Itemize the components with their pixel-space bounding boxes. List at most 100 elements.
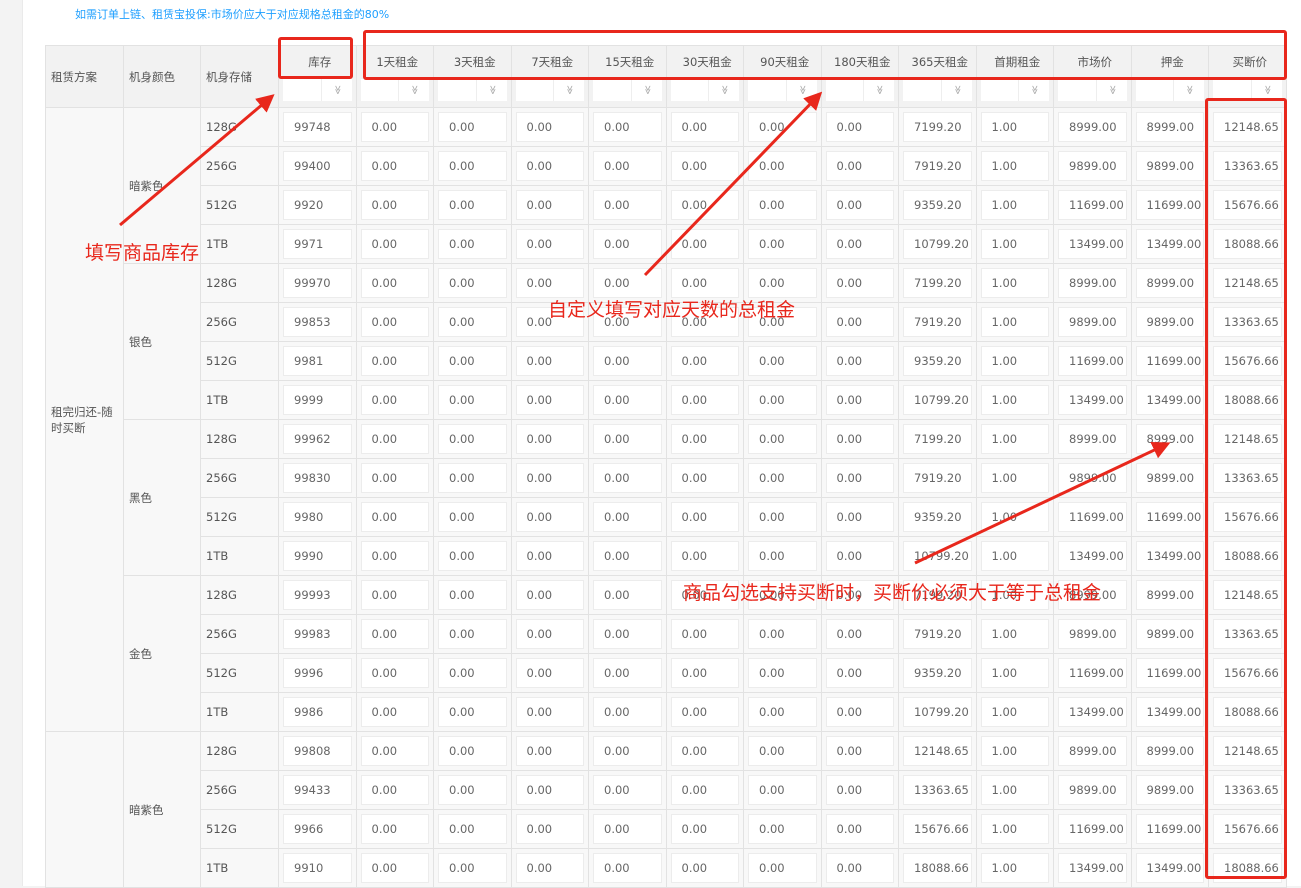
price-input[interactable] bbox=[670, 112, 739, 142]
price-input[interactable] bbox=[438, 424, 507, 454]
stock-input[interactable] bbox=[283, 190, 352, 220]
price-input[interactable] bbox=[748, 541, 817, 571]
price-input[interactable] bbox=[360, 814, 429, 844]
price-input[interactable] bbox=[438, 307, 507, 337]
price-input[interactable] bbox=[980, 853, 1049, 883]
price-input[interactable] bbox=[748, 229, 817, 259]
price-input[interactable] bbox=[1058, 658, 1127, 688]
price-input[interactable] bbox=[1058, 346, 1127, 376]
price-input[interactable] bbox=[825, 268, 894, 298]
price-input[interactable] bbox=[670, 619, 739, 649]
price-input[interactable] bbox=[1135, 190, 1204, 220]
price-input[interactable] bbox=[1135, 619, 1204, 649]
price-input[interactable] bbox=[1135, 151, 1204, 181]
price-input[interactable] bbox=[1058, 775, 1127, 805]
price-input[interactable] bbox=[1135, 424, 1204, 454]
price-input[interactable] bbox=[903, 112, 972, 142]
price-input[interactable] bbox=[670, 853, 739, 883]
batch-fill-input[interactable]: ≫ bbox=[825, 79, 894, 101]
price-input[interactable] bbox=[360, 619, 429, 649]
batch-fill-input[interactable]: ≫ bbox=[283, 79, 352, 101]
price-input[interactable] bbox=[1135, 658, 1204, 688]
price-input[interactable] bbox=[1058, 229, 1127, 259]
price-input[interactable] bbox=[360, 190, 429, 220]
price-input[interactable] bbox=[360, 346, 429, 376]
double-chevron-down-icon[interactable]: ≫ bbox=[326, 75, 348, 105]
price-input[interactable] bbox=[515, 151, 584, 181]
batch-fill-input[interactable]: ≫ bbox=[1058, 79, 1127, 101]
price-input[interactable] bbox=[515, 658, 584, 688]
price-input[interactable] bbox=[593, 463, 662, 493]
price-input[interactable] bbox=[438, 151, 507, 181]
price-input[interactable] bbox=[903, 190, 972, 220]
price-input[interactable] bbox=[593, 346, 662, 376]
price-input[interactable] bbox=[1058, 385, 1127, 415]
price-input[interactable] bbox=[748, 736, 817, 766]
price-input[interactable] bbox=[980, 190, 1049, 220]
price-input[interactable] bbox=[903, 541, 972, 571]
batch-fill-input[interactable]: ≫ bbox=[360, 79, 429, 101]
price-input[interactable] bbox=[903, 853, 972, 883]
price-input[interactable] bbox=[825, 463, 894, 493]
price-input[interactable] bbox=[593, 658, 662, 688]
stock-input[interactable] bbox=[283, 541, 352, 571]
price-input[interactable] bbox=[825, 190, 894, 220]
stock-input[interactable] bbox=[283, 112, 352, 142]
batch-fill-input[interactable]: ≫ bbox=[903, 79, 972, 101]
stock-input[interactable] bbox=[283, 736, 352, 766]
price-input[interactable] bbox=[1135, 463, 1204, 493]
price-input[interactable] bbox=[903, 229, 972, 259]
price-input[interactable] bbox=[1135, 346, 1204, 376]
price-input[interactable] bbox=[980, 112, 1049, 142]
price-input[interactable] bbox=[515, 736, 584, 766]
price-input[interactable] bbox=[1058, 307, 1127, 337]
price-input[interactable] bbox=[360, 580, 429, 610]
price-input[interactable] bbox=[438, 541, 507, 571]
price-input[interactable] bbox=[593, 151, 662, 181]
batch-fill-input[interactable]: ≫ bbox=[515, 79, 584, 101]
price-input[interactable] bbox=[980, 697, 1049, 727]
price-input[interactable] bbox=[670, 151, 739, 181]
price-input[interactable] bbox=[980, 268, 1049, 298]
stock-input[interactable] bbox=[283, 151, 352, 181]
price-input[interactable] bbox=[748, 814, 817, 844]
price-input[interactable] bbox=[903, 424, 972, 454]
price-input[interactable] bbox=[748, 463, 817, 493]
price-input[interactable] bbox=[825, 658, 894, 688]
stock-input[interactable] bbox=[283, 502, 352, 532]
price-input[interactable] bbox=[438, 229, 507, 259]
batch-fill-input[interactable]: ≫ bbox=[1135, 79, 1204, 101]
price-input[interactable] bbox=[825, 424, 894, 454]
price-input[interactable] bbox=[515, 463, 584, 493]
batch-fill-input[interactable]: ≫ bbox=[593, 79, 662, 101]
price-input[interactable] bbox=[438, 268, 507, 298]
price-input[interactable] bbox=[980, 229, 1049, 259]
price-input[interactable] bbox=[438, 112, 507, 142]
price-input[interactable] bbox=[515, 853, 584, 883]
price-input[interactable] bbox=[748, 385, 817, 415]
price-input[interactable] bbox=[593, 619, 662, 649]
stock-input[interactable] bbox=[283, 775, 352, 805]
price-input[interactable] bbox=[1058, 112, 1127, 142]
price-input[interactable] bbox=[1135, 580, 1204, 610]
price-input[interactable] bbox=[748, 853, 817, 883]
price-input[interactable] bbox=[515, 814, 584, 844]
price-input[interactable] bbox=[825, 151, 894, 181]
price-input[interactable] bbox=[980, 814, 1049, 844]
price-input[interactable] bbox=[825, 307, 894, 337]
price-input[interactable] bbox=[438, 814, 507, 844]
price-input[interactable] bbox=[1135, 853, 1204, 883]
price-input[interactable] bbox=[670, 346, 739, 376]
batch-fill-input[interactable]: ≫ bbox=[438, 79, 507, 101]
price-input[interactable] bbox=[438, 502, 507, 532]
price-input[interactable] bbox=[1058, 463, 1127, 493]
price-input[interactable] bbox=[515, 619, 584, 649]
price-input[interactable] bbox=[515, 346, 584, 376]
price-input[interactable] bbox=[593, 502, 662, 532]
price-input[interactable] bbox=[825, 229, 894, 259]
stock-input[interactable] bbox=[283, 424, 352, 454]
price-input[interactable] bbox=[1058, 502, 1127, 532]
price-input[interactable] bbox=[748, 697, 817, 727]
price-input[interactable] bbox=[515, 112, 584, 142]
stock-input[interactable] bbox=[283, 814, 352, 844]
